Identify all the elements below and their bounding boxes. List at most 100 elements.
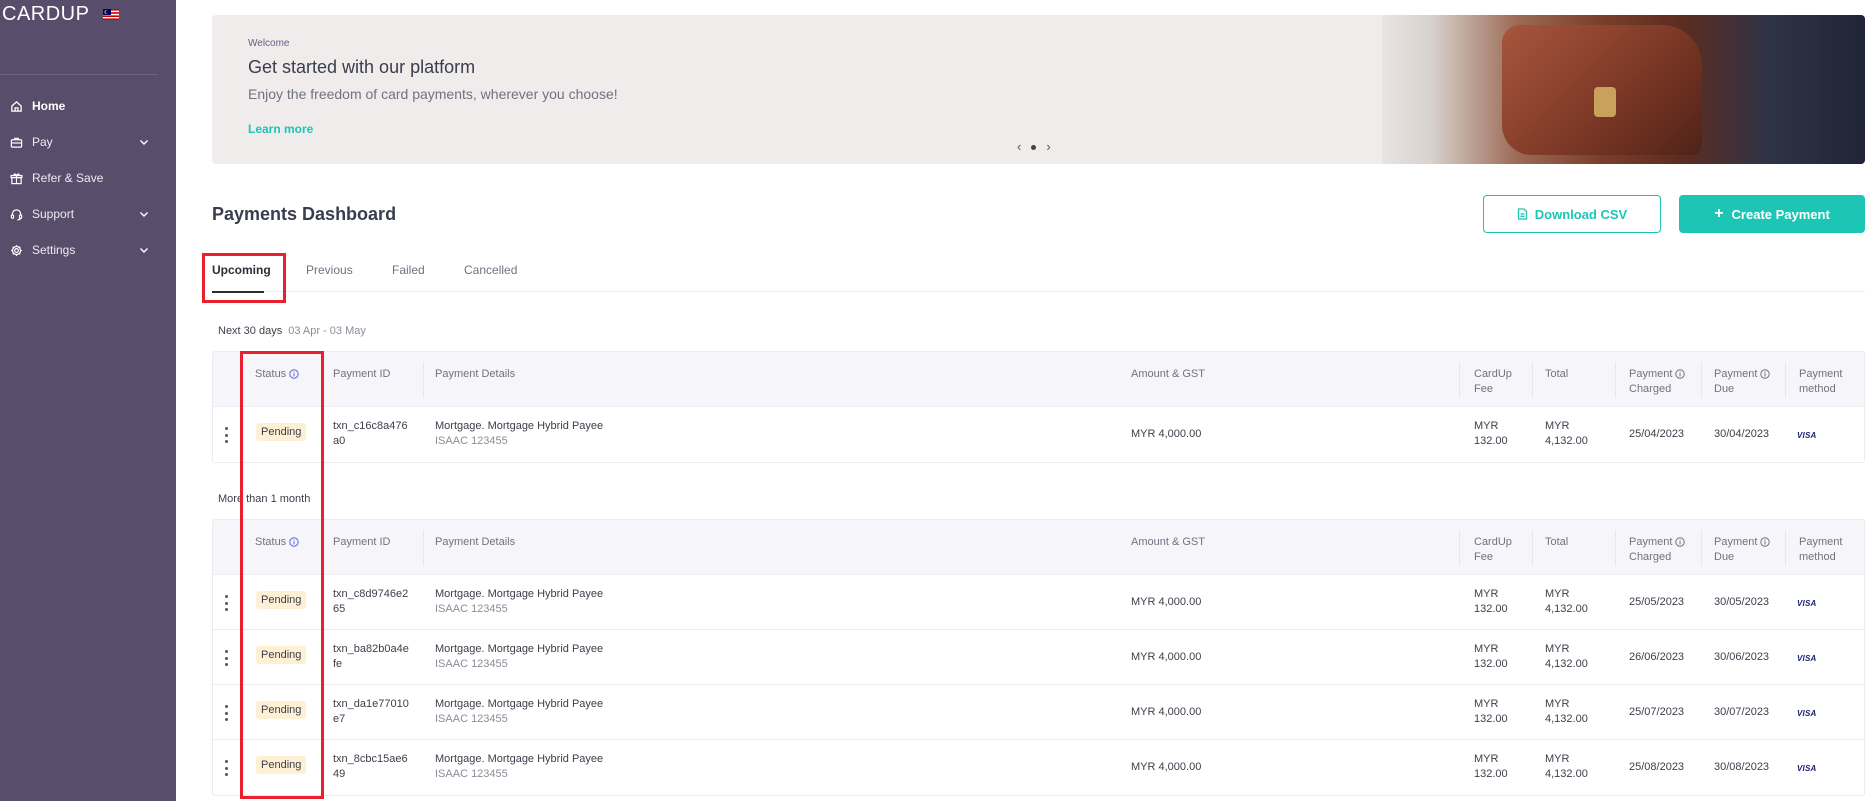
logo-text: CARDUP <box>2 3 90 25</box>
column-amount-gst: Amount & GST <box>1131 536 1205 548</box>
row-menu-icon[interactable] <box>223 595 229 611</box>
page-title: Payments Dashboard <box>212 204 397 224</box>
visa-icon: VISA <box>1797 709 1817 718</box>
table-row[interactable]: Pending txn_8cbc15ae6 49 Mortgage. Mortga… <box>213 740 1864 795</box>
malaysia-flag-icon <box>103 9 120 20</box>
column-payment-details: Payment Details <box>435 368 516 380</box>
payment-id: txn_8cbc15ae6 49 <box>333 753 408 780</box>
sidebar: CARDUP Home Pay Refer & Save Support Set… <box>0 0 176 801</box>
sidebar-item-home[interactable]: Home <box>0 88 176 124</box>
info-icon[interactable] <box>1675 537 1686 547</box>
sidebar-nav: Home Pay Refer & Save Support Settings <box>0 88 176 268</box>
section-title: More than 1 month <box>218 493 311 505</box>
column-separator <box>1459 362 1460 398</box>
amount-gst: MYR 4,000.00 <box>1131 596 1202 608</box>
payment-due-date: 30/06/2023 <box>1714 651 1770 663</box>
column-separator <box>321 530 322 566</box>
download-csv-button[interactable]: Download CSV <box>1483 195 1661 233</box>
table-header: Status Payment ID Payment Details Amount… <box>213 352 1864 407</box>
info-icon[interactable] <box>289 369 299 379</box>
payment-details: Mortgage. Mortgage Hybrid Payee ISAAC 123… <box>435 753 604 780</box>
sidebar-item-settings[interactable]: Settings <box>0 232 176 268</box>
column-payment-details: Payment Details <box>435 536 516 548</box>
payment-charged-date: 25/05/2023 <box>1629 596 1685 608</box>
cardup-fee: MYR 132.00 <box>1474 698 1508 725</box>
section-date-range: 03 Apr - 03 May <box>288 325 366 337</box>
info-icon[interactable] <box>289 537 299 547</box>
payment-details: Mortgage. Mortgage Hybrid Payee ISAAC 123… <box>435 588 604 615</box>
visa-icon: VISA <box>1797 599 1817 608</box>
info-icon[interactable] <box>1760 537 1771 547</box>
gift-icon <box>8 170 24 186</box>
sidebar-item-support[interactable]: Support <box>0 196 176 232</box>
tab-failed[interactable]: Failed <box>392 263 425 277</box>
home-icon <box>8 98 24 114</box>
info-icon[interactable] <box>1760 369 1771 379</box>
payment-due-date: 30/08/2023 <box>1714 761 1770 773</box>
banner-welcome: Welcome <box>248 38 290 49</box>
sidebar-item-label: Pay <box>32 135 53 149</box>
amount-gst: MYR 4,000.00 <box>1131 761 1202 773</box>
row-menu-icon[interactable] <box>223 760 229 776</box>
learn-more-link[interactable]: Learn more <box>248 122 313 136</box>
column-separator <box>1785 530 1786 566</box>
banner-title: Get started with our platform <box>248 57 476 77</box>
create-payment-label: Create Payment <box>1731 206 1830 222</box>
create-payment-button[interactable]: + Create Payment <box>1679 195 1865 233</box>
chevron-down-icon[interactable] <box>137 135 151 149</box>
payment-id: txn_da1e77010 e7 <box>333 698 409 725</box>
status-badge: Pending <box>256 756 307 774</box>
column-separator <box>1532 362 1533 398</box>
column-payment-due: Payment Due <box>1714 535 1771 565</box>
column-cardup-fee: CardUp Fee <box>1474 368 1512 395</box>
logo[interactable]: CARDUP <box>2 3 120 26</box>
payment-charged-date: 25/04/2023 <box>1629 428 1685 440</box>
carousel-prev-icon[interactable]: ‹ <box>1017 140 1021 153</box>
status-badge: Pending <box>256 646 307 664</box>
table-row[interactable]: Pending txn_c8d9746e2 65 Mortgage. Mortga… <box>213 575 1864 630</box>
payment-tabs: Upcoming Previous Failed Cancelled <box>212 256 1865 293</box>
table-header: Status Payment ID Payment Details Amount… <box>213 520 1864 575</box>
row-menu-icon[interactable] <box>223 427 229 443</box>
tab-upcoming[interactable]: Upcoming <box>212 263 271 277</box>
table-row[interactable]: Pending txn_ba82b0a4e fe Mortgage. Mortga… <box>213 630 1864 685</box>
tab-previous[interactable]: Previous <box>306 263 353 277</box>
row-menu-icon[interactable] <box>223 705 229 721</box>
total: MYR 4,132.00 <box>1545 420 1588 447</box>
info-icon[interactable] <box>1675 369 1686 379</box>
payment-due-date: 30/05/2023 <box>1714 596 1770 608</box>
column-separator <box>1459 530 1460 566</box>
payment-details: Mortgage. Mortgage Hybrid Payee ISAAC 123… <box>435 420 604 447</box>
column-cardup-fee: CardUp Fee <box>1474 536 1512 563</box>
sidebar-divider <box>0 74 158 75</box>
chevron-down-icon[interactable] <box>137 207 151 221</box>
column-separator <box>1701 530 1702 566</box>
cardup-fee: MYR 132.00 <box>1474 588 1508 615</box>
total: MYR 4,132.00 <box>1545 753 1588 780</box>
sidebar-item-label: Home <box>32 99 66 113</box>
status-badge: Pending <box>256 423 307 441</box>
carousel-dot[interactable] <box>1031 144 1037 150</box>
row-menu-icon[interactable] <box>223 650 229 666</box>
carousel-next-icon[interactable]: › <box>1046 140 1050 153</box>
chevron-down-icon[interactable] <box>137 243 151 257</box>
table-row[interactable]: Pending txn_da1e77010 e7 Mortgage. Mortga… <box>213 685 1864 740</box>
cardup-fee: MYR 132.00 <box>1474 643 1508 670</box>
column-payment-id: Payment ID <box>333 368 391 380</box>
column-separator <box>321 362 322 398</box>
table-row[interactable]: Pending txn_c16c8a476 a0 Mortgage. Mortga… <box>213 407 1864 462</box>
tab-cancelled[interactable]: Cancelled <box>464 263 517 277</box>
payment-details: Mortgage. Mortgage Hybrid Payee ISAAC 123… <box>435 698 604 725</box>
column-separator <box>1615 530 1616 566</box>
gear-icon <box>8 242 24 258</box>
visa-icon: VISA <box>1797 431 1817 440</box>
column-separator <box>1701 362 1702 398</box>
column-payment-charged: Payment Charged <box>1629 367 1686 397</box>
column-payment-due: Payment Due <box>1714 367 1771 397</box>
sidebar-item-pay[interactable]: Pay <box>0 124 176 160</box>
section-label-next-30-days: Next 30 days 03 Apr - 03 May <box>218 325 366 337</box>
sidebar-item-refer-save[interactable]: Refer & Save <box>0 160 176 196</box>
column-separator <box>1615 362 1616 398</box>
payment-due-date: 30/04/2023 <box>1714 428 1770 440</box>
section-label-more-than-1-month: More than 1 month <box>218 493 310 505</box>
